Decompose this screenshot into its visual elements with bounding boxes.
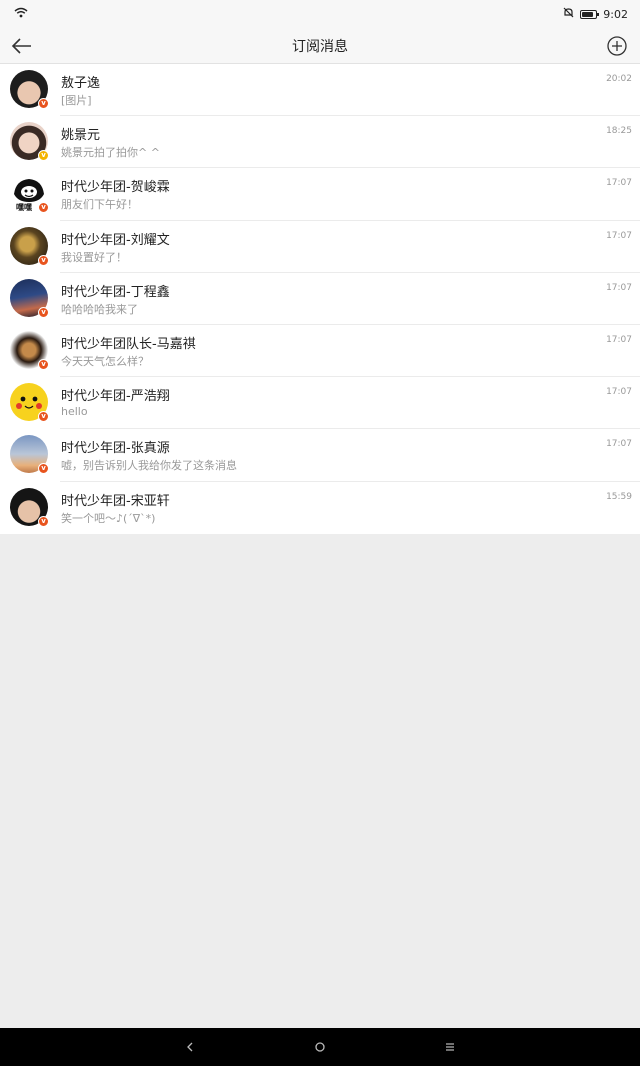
- sender-name: 时代少年团-丁程鑫: [61, 284, 170, 300]
- back-arrow-icon[interactable]: [10, 34, 34, 58]
- wifi-icon: [14, 7, 28, 21]
- verified-badge-icon: v: [38, 411, 49, 423]
- verified-badge-icon: v: [38, 254, 49, 266]
- message-preview: 姚景元拍了拍你^ ^: [61, 146, 160, 160]
- verified-badge-icon: v: [38, 515, 49, 527]
- message-preview: 嘘，别告诉别人我给你发了这条消息: [61, 459, 237, 473]
- system-nav-bar: [0, 1028, 640, 1066]
- page-title: 订阅消息: [292, 38, 348, 55]
- battery-icon: [580, 9, 600, 19]
- message-time: 18:25: [606, 126, 632, 137]
- message-row[interactable]: v 时代少年团队长-马嘉祺 今天天气怎么样？ 17:07: [0, 325, 640, 378]
- message-time: 17:07: [606, 334, 632, 345]
- message-time: 17:07: [606, 230, 632, 241]
- sender-name: 时代少年团-宋亚轩: [61, 493, 170, 509]
- message-time: 17:07: [606, 387, 632, 398]
- header-bar: 订阅消息: [0, 28, 640, 64]
- verified-badge-icon: v: [38, 463, 49, 475]
- message-preview: 笑一个吧～♪(´∇`*): [61, 511, 156, 525]
- message-row[interactable]: v 敖子逸 [图片] 20:02: [0, 64, 640, 117]
- message-time: 17:07: [606, 282, 632, 293]
- verified-badge-icon: v: [38, 150, 49, 162]
- sender-name: 姚景元: [61, 128, 101, 144]
- avatar-caption: 嘿嘿: [16, 203, 32, 213]
- status-bar: 9:02: [0, 0, 640, 28]
- nav-home-icon[interactable]: [300, 1028, 340, 1066]
- sender-name: 敖子逸: [61, 76, 101, 91]
- message-preview: 哈哈哈哈我来了: [61, 302, 138, 316]
- verified-badge-icon: v: [38, 306, 49, 318]
- message-row[interactable]: v 时代少年团-丁程鑫 哈哈哈哈我来了 17:07: [0, 273, 640, 326]
- message-time: 17:07: [606, 439, 632, 450]
- nav-menu-icon[interactable]: [430, 1028, 470, 1066]
- message-preview: 今天天气怎么样？: [61, 354, 149, 368]
- alarm-off-icon: [563, 7, 574, 21]
- message-preview: 朋友们下午好！: [61, 198, 138, 212]
- message-time: 17:07: [606, 178, 632, 189]
- message-row[interactable]: v 时代少年团-严浩翔 hello 17:07: [0, 377, 640, 430]
- message-time: 20:02: [606, 74, 632, 84]
- sender-name: 时代少年团-贺峻霖: [61, 180, 170, 196]
- verified-badge-icon: v: [38, 98, 49, 109]
- message-time: 15:59: [606, 491, 632, 502]
- sender-name: 时代少年团-严浩翔: [61, 389, 170, 405]
- add-circle-icon[interactable]: [606, 35, 628, 57]
- status-time: 9:02: [603, 7, 628, 21]
- message-preview: 我设置好了！: [61, 250, 127, 264]
- message-preview: hello: [61, 405, 88, 419]
- sender-name: 时代少年团-张真源: [61, 441, 170, 457]
- message-preview: [图片]: [61, 94, 92, 107]
- message-row[interactable]: v 时代少年团-张真源 嘘，别告诉别人我给你发了这条消息 17:07: [0, 429, 640, 482]
- message-row[interactable]: v 时代少年团-宋亚轩 笑一个吧～♪(´∇`*) 15:59: [0, 482, 640, 534]
- message-row[interactable]: v 时代少年团-刘耀文 我设置好了！ 17:07: [0, 221, 640, 273]
- sender-name: 时代少年团队长-马嘉祺: [61, 336, 196, 352]
- message-row[interactable]: 嘿嘿 v 时代少年团-贺峻霖 朋友们下午好！ 17:07: [0, 168, 640, 221]
- sender-name: 时代少年团-刘耀文: [61, 232, 170, 248]
- verified-badge-icon: v: [38, 358, 49, 370]
- nav-back-icon[interactable]: [170, 1028, 210, 1066]
- message-row[interactable]: v 姚景元 姚景元拍了拍你^ ^ 18:25: [0, 116, 640, 169]
- message-list: v 敖子逸 [图片] 20:02 v 姚景元 姚景元拍了拍你^ ^ 18:25 …: [0, 64, 640, 534]
